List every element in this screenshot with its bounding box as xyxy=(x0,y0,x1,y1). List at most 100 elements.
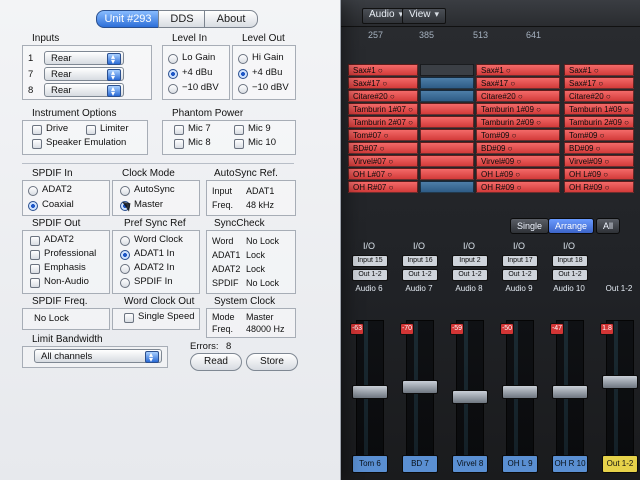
region[interactable]: Tom#09 ○ xyxy=(476,129,560,141)
region[interactable]: Virvel#09 ○ xyxy=(476,155,560,167)
peak-db: -47 xyxy=(550,323,564,335)
input-8-select[interactable]: Rear xyxy=(44,82,124,101)
pref-sync-wordclock-radio[interactable] xyxy=(120,236,130,246)
speaker-emulation-checkbox[interactable] xyxy=(32,139,42,149)
mic7-checkbox[interactable] xyxy=(174,125,184,135)
volume-fader[interactable] xyxy=(602,375,638,389)
level-out-minus10-radio[interactable] xyxy=(238,84,248,94)
level-out-hi-gain-radio[interactable] xyxy=(238,54,248,64)
input-slot[interactable]: Input 2 xyxy=(452,255,488,267)
output-slot[interactable]: Out 1-2 xyxy=(452,269,488,281)
input-7-select[interactable]: Rear xyxy=(44,66,124,85)
level-in-lo-gain-radio[interactable] xyxy=(168,54,178,64)
region[interactable]: Citare#20 ○ xyxy=(348,90,418,102)
region[interactable]: Citare#20 ○ xyxy=(476,90,560,102)
volume-fader[interactable] xyxy=(352,385,388,399)
limiter-checkbox[interactable] xyxy=(86,125,96,135)
region[interactable]: Tamburin 1#07 ○ xyxy=(348,103,418,115)
arrange-tab-all[interactable]: All xyxy=(596,218,621,234)
level-in-minus10-radio[interactable] xyxy=(168,84,178,94)
region[interactable]: BD#07 ○ xyxy=(348,142,418,154)
spdif-out-emphasis-checkbox[interactable] xyxy=(30,264,40,274)
tab-about[interactable]: About xyxy=(204,10,258,28)
region[interactable]: OH L#09 ○ xyxy=(476,168,560,180)
volume-fader[interactable] xyxy=(402,380,438,394)
region[interactable]: BD#09 ○ xyxy=(476,142,560,154)
spdif-in-coaxial-radio[interactable] xyxy=(28,201,38,211)
region[interactable]: Tamburin 2#09 ○ xyxy=(564,116,634,128)
spdif-out-nonaudio-checkbox[interactable] xyxy=(30,278,40,288)
region[interactable]: Sax#17 ○ xyxy=(348,77,418,89)
region[interactable]: OH R#09 ○ xyxy=(476,181,560,193)
limit-bandwidth-value: All channels xyxy=(41,351,93,362)
mic10-checkbox[interactable] xyxy=(234,139,244,149)
region[interactable] xyxy=(420,64,474,76)
region[interactable]: Virvel#07 ○ xyxy=(348,155,418,167)
output-slot[interactable]: Out 1-2 xyxy=(502,269,538,281)
region[interactable] xyxy=(420,129,474,141)
tab-unit[interactable]: Unit #293 xyxy=(96,10,160,28)
region[interactable]: Sax#1 ○ xyxy=(564,64,634,76)
region[interactable] xyxy=(420,168,474,180)
region[interactable]: Tom#07 ○ xyxy=(348,129,418,141)
input-slot[interactable]: Input 18 xyxy=(552,255,588,267)
mic8-checkbox[interactable] xyxy=(174,139,184,149)
arrange-row: Tom#07 ○ Tom#09 ○ Tom#09 ○ xyxy=(340,129,640,141)
output-slot[interactable]: Out 1-2 xyxy=(352,269,388,281)
input-slot[interactable]: Input 16 xyxy=(402,255,438,267)
arrange-tab-single[interactable]: Single xyxy=(510,218,550,234)
region[interactable]: Tamburin 2#09 ○ xyxy=(476,116,560,128)
clock-autosync-radio[interactable] xyxy=(120,186,130,196)
volume-fader[interactable] xyxy=(452,390,488,404)
region[interactable]: Tamburin 1#09 ○ xyxy=(476,103,560,115)
region[interactable]: Tamburin 1#09 ○ xyxy=(564,103,634,115)
mic9-checkbox[interactable] xyxy=(234,125,244,135)
region[interactable]: OH R#07 ○ xyxy=(348,181,418,193)
drive-checkbox[interactable] xyxy=(32,125,42,135)
level-out-plus4-radio[interactable] xyxy=(238,69,248,79)
input-1-select[interactable]: Rear xyxy=(44,50,124,69)
region[interactable]: Tamburin 2#07 ○ xyxy=(348,116,418,128)
region[interactable] xyxy=(420,155,474,167)
region[interactable] xyxy=(420,90,474,102)
output-slot[interactable]: Out 1-2 xyxy=(402,269,438,281)
daw-menu-view[interactable]: View xyxy=(402,8,447,24)
region[interactable]: OH L#07 ○ xyxy=(348,168,418,180)
autosync-freq-key: Freq. xyxy=(212,200,234,210)
region[interactable]: Sax#1 ○ xyxy=(476,64,560,76)
region[interactable]: Sax#17 ○ xyxy=(476,77,560,89)
region[interactable] xyxy=(420,142,474,154)
region[interactable]: Sax#17 ○ xyxy=(564,77,634,89)
region[interactable] xyxy=(420,116,474,128)
pref-sync-ref-title: Pref Sync Ref xyxy=(124,218,186,229)
region[interactable]: Citare#20 ○ xyxy=(564,90,634,102)
arrange-tab-arrange[interactable]: Arrange xyxy=(548,218,595,234)
region[interactable]: BD#09 ○ xyxy=(564,142,634,154)
spdif-in-adat2-radio[interactable] xyxy=(28,186,38,196)
output-slot[interactable]: Out 1-2 xyxy=(552,269,588,281)
single-speed-checkbox[interactable] xyxy=(124,313,134,323)
input-slot[interactable]: Input 17 xyxy=(502,255,538,267)
volume-fader[interactable] xyxy=(552,385,588,399)
spdif-out-adat2-checkbox[interactable] xyxy=(30,236,40,246)
pref-sync-spdif-radio[interactable] xyxy=(120,278,130,288)
spdif-out-professional-checkbox[interactable] xyxy=(30,250,40,260)
tab-dds[interactable]: DDS xyxy=(158,10,206,28)
volume-fader[interactable] xyxy=(502,385,538,399)
pref-sync-adat2-radio[interactable] xyxy=(120,264,130,274)
limit-bandwidth-select[interactable]: All channels xyxy=(34,348,162,367)
arrange-row: Sax#1 ○ Sax#1 ○ Sax#1 ○ xyxy=(340,64,640,76)
region[interactable]: Tom#09 ○ xyxy=(564,129,634,141)
region[interactable]: Sax#1 ○ xyxy=(348,64,418,76)
region[interactable]: OH L#09 ○ xyxy=(564,168,634,180)
region[interactable] xyxy=(420,77,474,89)
level-in-plus4-radio[interactable] xyxy=(168,69,178,79)
pref-sync-adat1-radio[interactable] xyxy=(120,250,130,260)
region[interactable]: OH R#09 ○ xyxy=(564,181,634,193)
read-button[interactable]: Read xyxy=(190,353,242,371)
input-slot[interactable]: Input 15 xyxy=(352,255,388,267)
region[interactable] xyxy=(420,103,474,115)
region[interactable]: Virvel#09 ○ xyxy=(564,155,634,167)
store-button[interactable]: Store xyxy=(246,353,298,371)
region[interactable] xyxy=(420,181,474,193)
